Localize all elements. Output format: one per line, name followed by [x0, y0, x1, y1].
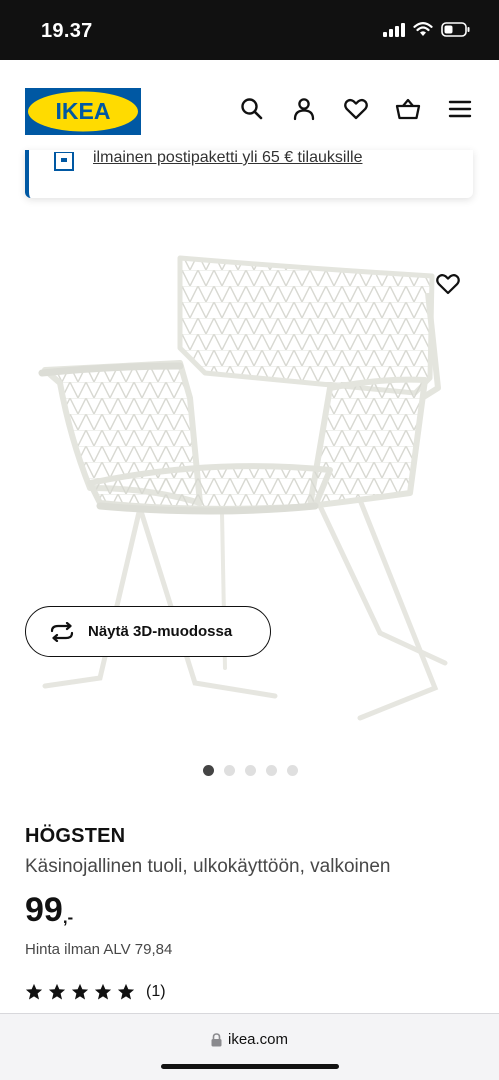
- signal-icon: [383, 22, 405, 37]
- user-icon[interactable]: [291, 96, 317, 122]
- shipping-notice[interactable]: ilmainen postipaketti yli 65 € tilauksil…: [25, 150, 473, 198]
- price-integer: 99: [25, 891, 63, 929]
- carousel-dot[interactable]: [245, 765, 256, 776]
- star-icon: [71, 983, 89, 1000]
- search-icon[interactable]: [239, 96, 265, 122]
- star-icon: [48, 983, 66, 1000]
- menu-icon[interactable]: [447, 96, 473, 122]
- star-icon: [25, 983, 43, 1000]
- product-description: Käsinojallinen tuoli, ulkokäyttöön, valk…: [25, 856, 391, 877]
- heart-icon: [436, 274, 460, 295]
- browser-url-bar[interactable]: ikea.com: [0, 1013, 499, 1080]
- star-icon: [117, 983, 135, 1000]
- home-indicator[interactable]: [161, 1064, 339, 1069]
- shipping-notice-link[interactable]: ilmainen postipaketti yli 65 € tilauksil…: [93, 150, 362, 167]
- product-name[interactable]: HÖGSTEN: [25, 825, 125, 848]
- status-icons: [383, 22, 471, 37]
- product-price: 99 ,-: [25, 890, 73, 930]
- carousel-dot[interactable]: [203, 765, 214, 776]
- carousel-dot[interactable]: [224, 765, 235, 776]
- battery-icon: [441, 22, 470, 37]
- heart-icon[interactable]: [343, 96, 369, 122]
- logo-text: IKEA: [56, 98, 111, 124]
- delivery-box-icon: [54, 152, 74, 171]
- rotate-3d-icon: [50, 621, 74, 642]
- site-header: IKEA: [0, 60, 499, 162]
- header-icons: [239, 96, 473, 122]
- view-3d-label: Näytä 3D-muodossa: [88, 623, 233, 640]
- view-3d-button[interactable]: Näytä 3D-muodossa: [25, 606, 271, 657]
- image-carousel-dots: [203, 765, 298, 776]
- product-image[interactable]: [30, 238, 470, 738]
- status-bar: 19.37: [0, 0, 499, 60]
- url-text[interactable]: ikea.com: [228, 1031, 288, 1048]
- price-without-vat: Hinta ilman ALV 79,84: [25, 941, 173, 958]
- ikea-logo[interactable]: IKEA: [25, 88, 141, 135]
- carousel-dot[interactable]: [287, 765, 298, 776]
- wifi-icon: [413, 22, 433, 36]
- status-time: 19.37: [41, 20, 93, 42]
- product-rating[interactable]: (1): [25, 983, 166, 1001]
- lock-icon: [211, 1032, 222, 1046]
- star-icon: [94, 983, 112, 1000]
- carousel-dot[interactable]: [266, 765, 277, 776]
- url-content[interactable]: ikea.com: [0, 1031, 499, 1048]
- rating-count[interactable]: (1): [146, 983, 166, 1001]
- price-suffix: ,-: [62, 908, 74, 927]
- add-to-wishlist-button[interactable]: [430, 268, 466, 300]
- basket-icon[interactable]: [395, 96, 421, 122]
